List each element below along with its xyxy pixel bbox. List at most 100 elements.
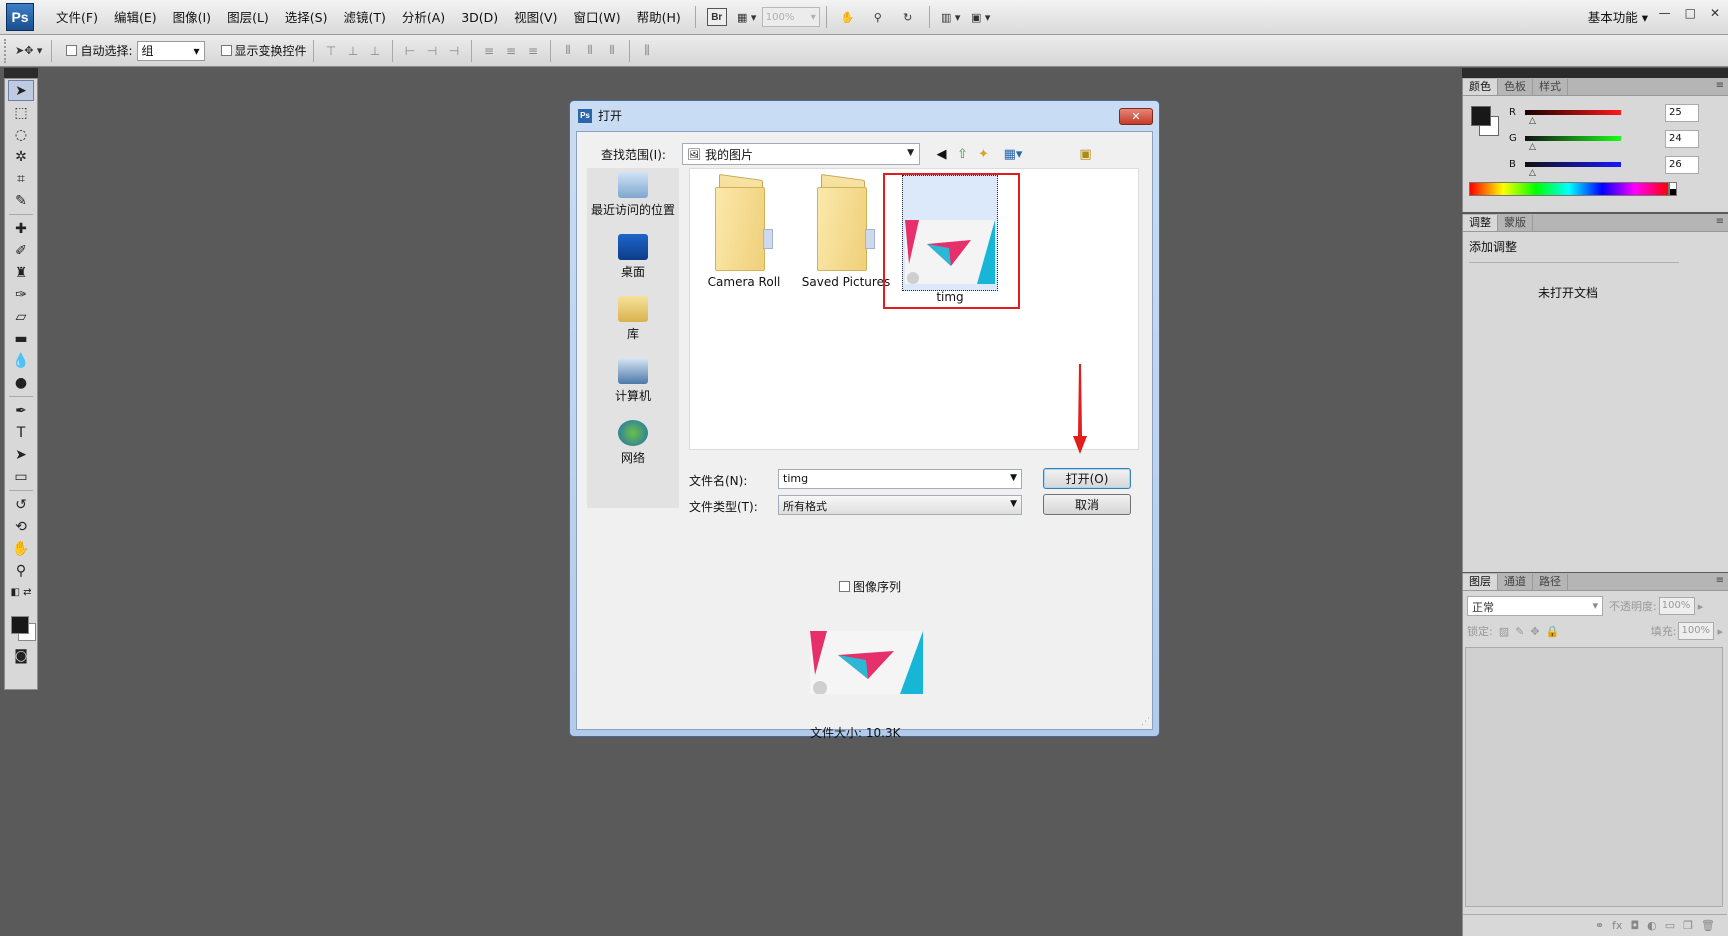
distribute-hcenter-icon[interactable]: ⫴ [581, 43, 599, 59]
blue-value-field[interactable]: 26 [1665, 156, 1699, 174]
menu-3d[interactable]: 3D(D) [453, 0, 506, 35]
tab-paths[interactable]: 路径 [1533, 574, 1568, 590]
menu-edit[interactable]: 编辑(E) [106, 0, 165, 35]
opacity-arrow-icon[interactable]: ▸ [1698, 600, 1704, 613]
eraser-tool-icon[interactable]: ▱ [8, 306, 34, 327]
align-right-icon[interactable]: ⊣ [445, 43, 463, 59]
distribute-right-icon[interactable]: ⫴ [603, 43, 621, 59]
place-network[interactable]: 网络 [587, 420, 679, 466]
view-menu-icon[interactable]: ▦▾ [998, 146, 1028, 162]
tool-preset-picker[interactable]: ➤✥ ▾ [15, 39, 42, 63]
filetype-select[interactable]: 所有格式 ▼ [778, 495, 1022, 515]
file-item-camera-roll[interactable]: Camera Roll [696, 173, 792, 291]
auto-select-toggle[interactable]: 自动选择: [66, 42, 133, 59]
screen-mode-button[interactable]: ▣ ▾ [969, 5, 993, 29]
tab-layers[interactable]: 图层 [1463, 574, 1498, 590]
tab-swatches[interactable]: 色板 [1498, 79, 1533, 95]
distribute-left-icon[interactable]: ⫴ [559, 43, 577, 59]
align-hcenter-icon[interactable]: ⊣ [423, 43, 441, 59]
slider-thumb-icon[interactable]: △ [1529, 168, 1536, 178]
file-item-saved-pictures[interactable]: Saved Pictures [798, 173, 894, 291]
show-transform-checkbox[interactable] [220, 45, 232, 56]
zoom-tool-icon[interactable]: ⚲ [8, 560, 34, 581]
adjustment-layer-icon[interactable]: ◐ [1647, 919, 1657, 932]
quick-mask-icon[interactable]: ◙ [8, 645, 34, 666]
toolbox-header[interactable] [4, 68, 38, 78]
crop-tool-icon[interactable]: ⌗ [8, 168, 34, 189]
align-bottom-icon[interactable]: ⊥ [366, 43, 384, 59]
red-value-field[interactable]: 25 [1665, 104, 1699, 122]
panel-menu-icon[interactable]: ≡ [1716, 80, 1724, 91]
menu-analysis[interactable]: 分析(A) [394, 0, 453, 35]
dialog-close-button[interactable]: ✕ [1119, 108, 1153, 125]
up-folder-icon[interactable]: ⇧ [954, 146, 971, 162]
path-selection-tool-icon[interactable]: ➤ [8, 444, 34, 465]
brush-tool-icon[interactable]: ✐ [8, 240, 34, 261]
pen-tool-icon[interactable]: ✒ [8, 400, 34, 421]
layer-style-icon[interactable]: fx [1612, 919, 1622, 932]
blend-mode-select[interactable]: 正常 ▾ [1467, 596, 1603, 616]
blue-slider[interactable]: B △ 26 [1503, 156, 1723, 178]
look-in-combobox[interactable]: 🖼 我的图片 ▼ [682, 143, 920, 165]
place-recent[interactable]: 最近访问的位置 [587, 172, 679, 218]
lock-transparency-icon[interactable]: ▨ [1499, 625, 1509, 638]
cancel-button[interactable]: 取消 [1043, 494, 1131, 515]
green-ramp[interactable] [1525, 136, 1621, 141]
distribute-bottom-icon[interactable]: ≡ [524, 43, 542, 59]
swap-colors-icon[interactable]: ◧ ⇄ [8, 582, 34, 603]
panel-menu-icon[interactable]: ≡ [1716, 216, 1724, 227]
healing-brush-tool-icon[interactable]: ✚ [8, 218, 34, 239]
resize-grip-icon[interactable]: ⋰ [1141, 717, 1150, 727]
options-grip[interactable] [4, 38, 12, 63]
tab-masks[interactable]: 蒙版 [1498, 215, 1533, 231]
green-value-field[interactable]: 24 [1665, 130, 1699, 148]
add-mask-icon[interactable]: ◘ [1630, 919, 1639, 932]
place-desktop[interactable]: 桌面 [587, 234, 679, 280]
distribute-top-icon[interactable]: ≡ [480, 43, 498, 59]
type-tool-icon[interactable]: T [8, 422, 34, 443]
layers-list[interactable] [1465, 647, 1723, 907]
open-button[interactable]: 打开(O) [1043, 468, 1131, 489]
move-tool-icon[interactable]: ➤ [8, 80, 34, 101]
link-layers-icon[interactable]: ⚭ [1595, 919, 1604, 932]
rotate-view-button[interactable]: ↻ [896, 5, 920, 29]
black-white-ramp[interactable] [1669, 182, 1677, 196]
auto-select-dropdown[interactable]: 组 ▾ [136, 40, 205, 61]
tab-channels[interactable]: 通道 [1498, 574, 1533, 590]
menu-filter[interactable]: 滤镜(T) [335, 0, 393, 35]
hand-tool-button[interactable]: ✋ [836, 5, 860, 29]
menu-select[interactable]: 选择(S) [277, 0, 336, 35]
menu-layer[interactable]: 图层(L) [219, 0, 277, 35]
view-extras-button[interactable]: ▦ ▾ [735, 5, 759, 29]
dodge-tool-icon[interactable]: ● [8, 372, 34, 393]
slider-thumb-icon[interactable]: △ [1529, 116, 1536, 126]
tab-color[interactable]: 颜色 [1463, 79, 1498, 95]
show-transform-toggle[interactable]: 显示变换控件 [220, 42, 307, 59]
image-sequence-toggle[interactable]: 图像序列 [839, 578, 901, 595]
hand-tool-icon[interactable]: ✋ [8, 538, 34, 559]
new-folder-icon[interactable]: ✦ [975, 146, 992, 162]
panel-dock-header[interactable] [1462, 68, 1728, 78]
auto-select-checkbox[interactable] [66, 45, 78, 56]
blur-tool-icon[interactable]: 💧 [8, 350, 34, 371]
slider-thumb-icon[interactable]: △ [1529, 142, 1536, 152]
opacity-field[interactable]: 100% [1658, 597, 1695, 615]
maximize-icon[interactable]: □ [1685, 6, 1696, 20]
color-spectrum[interactable] [1469, 182, 1669, 196]
align-left-icon[interactable]: ⊢ [401, 43, 419, 59]
lock-pixels-icon[interactable]: ✎ [1515, 625, 1524, 638]
blue-ramp[interactable] [1525, 162, 1621, 167]
panel-menu-icon[interactable]: ≡ [1716, 575, 1724, 586]
minimize-icon[interactable]: — [1659, 6, 1671, 20]
fill-arrow-icon[interactable]: ▸ [1717, 625, 1723, 638]
lasso-tool-icon[interactable]: ◌ [8, 124, 34, 145]
lock-all-icon[interactable]: 🔒 [1546, 625, 1560, 638]
history-brush-tool-icon[interactable]: ✑ [8, 284, 34, 305]
foreground-color-swatch[interactable] [11, 616, 29, 634]
menu-view[interactable]: 视图(V) [506, 0, 565, 35]
distribute-vcenter-icon[interactable]: ≡ [502, 43, 520, 59]
auto-align-icon[interactable]: ⫼ [638, 43, 656, 59]
zoom-field[interactable]: 100% ▾ [761, 7, 820, 27]
adobe-bridge-icon[interactable]: ▣ [1077, 146, 1094, 162]
menu-file[interactable]: 文件(F) [48, 0, 106, 35]
